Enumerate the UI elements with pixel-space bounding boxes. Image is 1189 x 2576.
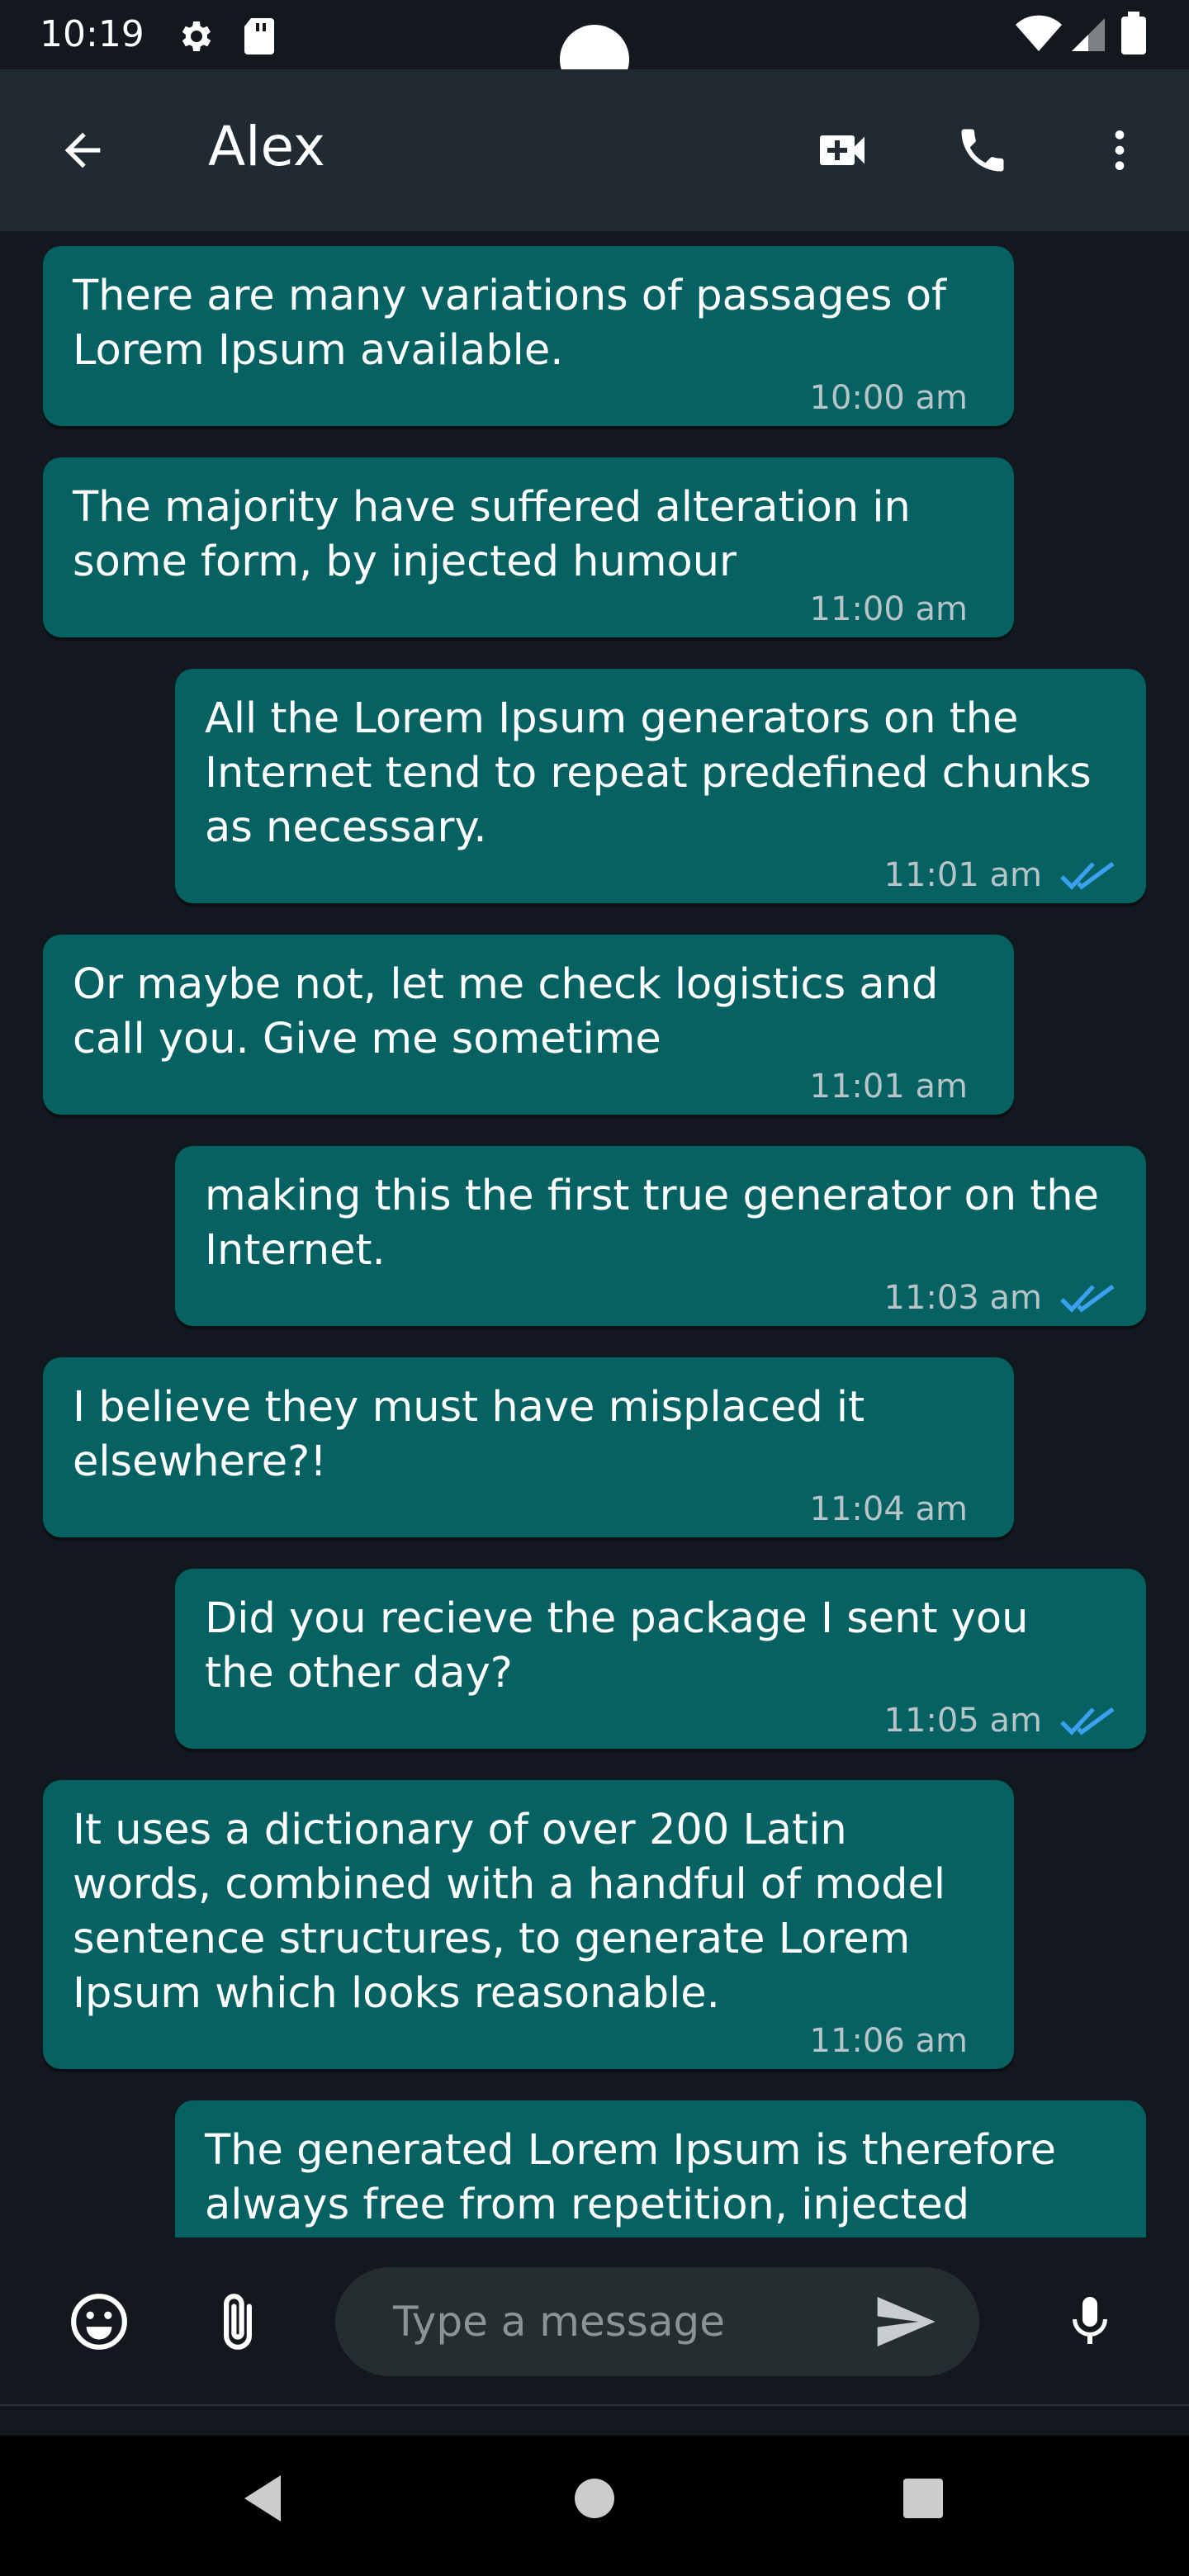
emoji-icon [71, 2294, 127, 2350]
contact-name[interactable]: Alex [208, 114, 325, 180]
double-check-icon [1060, 1707, 1115, 1735]
message-time: 10:00 am [809, 379, 968, 417]
message-bubble[interactable]: There are many variations of passages of… [43, 246, 1014, 426]
status-time: 10:19 [40, 13, 144, 55]
voice-call-button[interactable] [941, 109, 1024, 192]
message-text: Or maybe not, let me check logistics and… [73, 960, 939, 1063]
sd-card-icon [241, 17, 277, 60]
nav-recents-button[interactable] [882, 2457, 964, 2540]
message-bubble[interactable]: Or maybe not, let me check logistics and… [43, 935, 1014, 1115]
message-input-placeholder: Type a message [393, 2298, 725, 2346]
message-text: All the Lorem Ipsum generators on the In… [205, 694, 1092, 852]
message-text: The majority have suffered alteration in… [73, 483, 911, 586]
app-bar: Alex [0, 69, 1189, 231]
system-nav-bar [0, 2436, 1189, 2576]
nav-back-icon [244, 2475, 281, 2522]
message-text: I believe they must have misplaced it el… [73, 1383, 865, 1486]
more-vert-icon [1115, 130, 1125, 170]
message-bubble[interactable]: The majority have suffered alteration in… [43, 457, 1014, 637]
mic-icon [1073, 2297, 1107, 2344]
message-composer: Type a message [0, 2237, 1189, 2403]
settings-icon [175, 17, 215, 60]
message-bubble[interactable]: It uses a dictionary of over 200 Latin w… [43, 1780, 1014, 2069]
status-bar: 10:19 [0, 0, 1189, 94]
double-check-icon [1060, 861, 1115, 890]
message-text: making this the first true generator on … [205, 1172, 1099, 1275]
message-time: 11:04 am [809, 1490, 968, 1528]
video-call-button[interactable] [801, 109, 883, 192]
message-bubble[interactable]: making this the first true generator on … [175, 1146, 1146, 1326]
signal-icon [1068, 15, 1105, 59]
message-bubble[interactable]: I believe they must have misplaced it el… [43, 1357, 1014, 1537]
nav-home-icon [575, 2479, 614, 2518]
double-check-icon [1060, 1284, 1115, 1313]
emoji-button[interactable] [58, 2280, 140, 2363]
message-time: 11:05 am [883, 1702, 1042, 1740]
message-text: The generated Lorem Ipsum is therefore a… [205, 2126, 1056, 2229]
video-call-icon [820, 135, 865, 165]
message-time: 11:01 am [883, 856, 1042, 894]
back-button[interactable] [41, 109, 124, 192]
send-button[interactable] [864, 2280, 946, 2363]
attach-icon [224, 2294, 252, 2350]
voice-message-button[interactable] [1049, 2280, 1131, 2363]
message-text: It uses a dictionary of over 200 Latin w… [73, 1806, 946, 2018]
message-time: 11:00 am [809, 590, 968, 628]
message-input[interactable]: Type a message [335, 2267, 979, 2376]
message-bubble[interactable]: Did you recieve the package I sent you t… [175, 1569, 1146, 1749]
send-icon [877, 2297, 936, 2346]
nav-recents-icon [903, 2479, 943, 2518]
message-text: There are many variations of passages of… [73, 272, 947, 375]
message-time: 11:06 am [809, 2022, 968, 2060]
phone-icon [961, 129, 1004, 172]
message-bubble[interactable]: The generated Lorem Ipsum is therefore a… [175, 2100, 1146, 2237]
battery-icon [1121, 12, 1146, 59]
message-time: 11:03 am [883, 1279, 1042, 1317]
nav-home-button[interactable] [553, 2457, 636, 2540]
nav-back-button[interactable] [223, 2457, 306, 2540]
composer-divider [0, 2404, 1189, 2406]
message-text: Did you recieve the package I sent you t… [205, 1594, 1029, 1698]
message-bubble[interactable]: All the Lorem Ipsum generators on the In… [175, 669, 1146, 903]
back-arrow-icon [64, 132, 101, 168]
more-options-button[interactable] [1080, 109, 1159, 192]
attach-button[interactable] [197, 2280, 279, 2363]
message-time: 11:01 am [809, 1068, 968, 1106]
wifi-icon [1016, 15, 1062, 59]
message-list[interactable]: There are many variations of passages of… [0, 231, 1189, 2237]
